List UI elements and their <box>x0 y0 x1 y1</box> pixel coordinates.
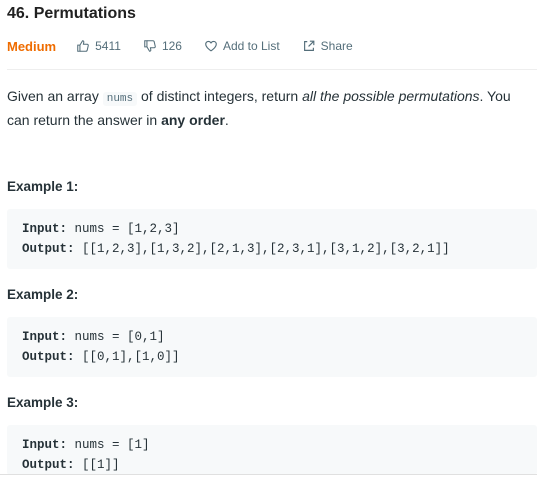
difficulty-label: Medium <box>7 38 57 54</box>
example-3-output: Output: [[1]] <box>22 458 120 472</box>
description-text: Given an array <box>7 88 103 104</box>
example-2-output: Output: [[0,1],[1,0]] <box>22 350 180 364</box>
thumbs-up-icon <box>77 40 89 52</box>
inline-code-nums: nums <box>102 92 138 106</box>
description-text: . <box>224 112 229 128</box>
input-label: Input: <box>22 330 68 344</box>
dislike-button[interactable]: 126 <box>143 39 182 53</box>
output-value: [[1]] <box>74 458 120 472</box>
add-to-list-button[interactable]: Add to List <box>204 39 280 53</box>
output-label: Output: <box>22 350 75 364</box>
input-value: nums = [0,1] <box>67 330 165 344</box>
description-emphasis: all the possible permutations <box>302 88 480 104</box>
example-1-input: Input: nums = [1,2,3] <box>22 222 180 236</box>
problem-description: Given an array nums of distinct integers… <box>7 86 533 131</box>
input-label: Input: <box>22 222 68 236</box>
share-button[interactable]: Share <box>302 39 353 53</box>
description-text: of distinct integers, return <box>137 88 303 104</box>
heart-icon <box>205 40 217 52</box>
bottom-divider <box>0 474 537 475</box>
example-2-box: Input: nums = [0,1] Output: [[0,1],[1,0]… <box>7 317 537 377</box>
output-label: Output: <box>22 242 75 256</box>
problem-title: 46. Permutations <box>7 5 136 22</box>
problem-meta-bar: Medium 5411 126 Add to List Share <box>7 37 375 55</box>
input-value: nums = [1,2,3] <box>67 222 180 236</box>
share-label: Share <box>320 39 353 53</box>
example-2-title: Example 2: <box>7 287 79 302</box>
example-1-box: Input: nums = [1,2,3] Output: [[1,2,3],[… <box>7 209 537 269</box>
input-label: Input: <box>22 438 68 452</box>
add-to-list-label: Add to List <box>222 39 280 53</box>
input-value: nums = [1] <box>67 438 150 452</box>
example-1-title: Example 1: <box>7 179 79 194</box>
output-value: [[1,2,3],[1,3,2],[2,1,3],[2,3,1],[3,1,2]… <box>74 242 450 256</box>
share-icon <box>303 40 315 51</box>
like-count: 5411 <box>95 39 121 53</box>
example-2-input: Input: nums = [0,1] <box>22 330 165 344</box>
example-3-title: Example 3: <box>7 395 79 410</box>
dislike-count: 126 <box>161 39 182 53</box>
example-3-box: Input: nums = [1] Output: [[1]] <box>7 425 537 475</box>
header-divider <box>7 69 537 70</box>
example-1-output: Output: [[1,2,3],[1,3,2],[2,1,3],[2,3,1]… <box>22 242 450 256</box>
example-3-input: Input: nums = [1] <box>22 438 150 452</box>
description-bold: any order <box>161 112 225 128</box>
thumbs-down-icon <box>144 40 156 52</box>
output-value: [[0,1],[1,0]] <box>74 350 180 364</box>
like-button[interactable]: 5411 <box>76 39 121 53</box>
output-label: Output: <box>22 458 75 472</box>
